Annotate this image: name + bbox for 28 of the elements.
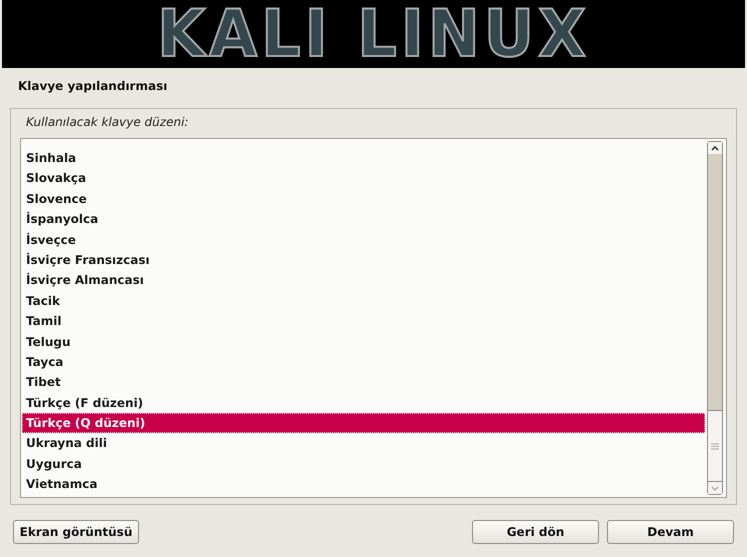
section-title: Klavye yapılandırması: [18, 79, 168, 94]
list-item[interactable]: İsviçre Fransızcası: [22, 250, 705, 270]
scroll-down-icon[interactable]: [711, 486, 719, 490]
action-button[interactable]: Devam: [607, 520, 734, 544]
list-label: Kullanılacak klavye düzeni:: [26, 115, 188, 130]
list-item[interactable]: Tamil: [22, 311, 705, 332]
list-item[interactable]: Ukrayna dili: [22, 433, 705, 454]
list-item[interactable]: İsveçce: [22, 230, 705, 250]
scroll-up-icon[interactable]: [711, 146, 719, 150]
list-item[interactable]: Türkçe (Q düzeni): [22, 413, 705, 434]
action-button[interactable]: Ekran görüntüsü: [13, 520, 139, 544]
list-item[interactable]: Tayca: [22, 352, 705, 372]
action-button[interactable]: Geri dön: [472, 520, 599, 544]
list-item[interactable]: Vietnamca: [22, 474, 705, 495]
list-item[interactable]: Slovakça: [22, 168, 705, 189]
list-item[interactable]: Uygurca: [22, 454, 705, 474]
logo-text: KALI LINUX: [157, 1, 590, 67]
list-item[interactable]: Telugu: [22, 332, 705, 352]
list-item[interactable]: İspanyolca: [22, 209, 705, 230]
scroll-thumb[interactable]: [708, 410, 722, 482]
list-item[interactable]: İsviçre Almancası: [22, 270, 705, 291]
scrollbar[interactable]: [707, 141, 723, 495]
list-item[interactable]: Sinhala: [22, 148, 705, 168]
list-item[interactable]: Türkçe (F düzeni): [22, 392, 705, 414]
list-item[interactable]: Tibet: [22, 372, 705, 393]
list-item[interactable]: Slovence: [22, 188, 705, 210]
grip-icon: [711, 442, 719, 450]
list-item[interactable]: Tacik: [22, 290, 705, 312]
